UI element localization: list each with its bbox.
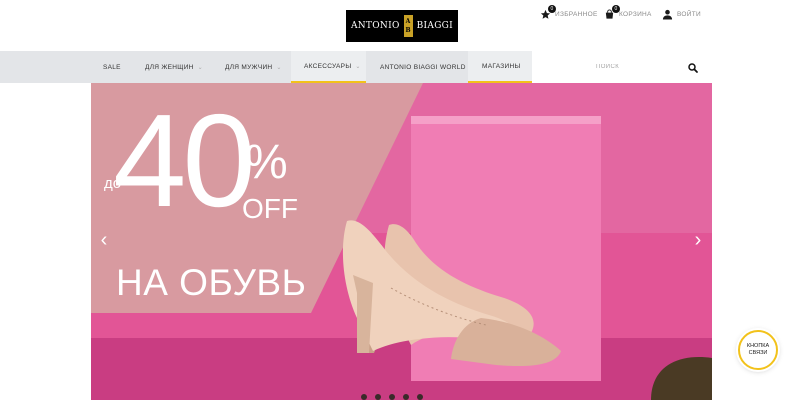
chevron-down-icon: ⌄: [276, 64, 282, 71]
login-label: ВОЙТИ: [677, 11, 701, 18]
slide-dot[interactable]: [361, 394, 367, 400]
logo-word-right: BIAGGI: [416, 21, 454, 31]
promo-headline: НА ОБУВЬ: [116, 262, 307, 303]
nav-item-sale[interactable]: SALE: [103, 51, 121, 83]
favorites-label: ИЗБРАННОЕ: [555, 11, 598, 18]
promo-banner[interactable]: до 40 % OFF НА ОБУВЬ ‹ ›: [91, 83, 712, 400]
nav-item-women[interactable]: ДЛЯ ЖЕНЩИН ⌄: [145, 51, 203, 83]
slide-dot[interactable]: [389, 394, 395, 400]
contact-button[interactable]: КНОПКА СВЯЗИ: [738, 330, 778, 370]
brand-logo[interactable]: ANTONIO A B BIAGGI: [346, 10, 458, 42]
chevron-down-icon: ⌄: [355, 63, 361, 70]
top-header: ANTONIO A B BIAGGI 0 ИЗБРАННОЕ 0 КОРЗИНА…: [0, 0, 800, 51]
slide-dot[interactable]: [375, 394, 381, 400]
cart-link[interactable]: 0 КОРЗИНА: [604, 5, 652, 20]
nav-item-label: АКСЕССУАРЫ: [304, 62, 352, 70]
prev-slide-arrow[interactable]: ‹: [97, 230, 111, 250]
nav-item-world[interactable]: ANTONIO BIAGGI WORLD: [380, 51, 466, 83]
promo-number: 40: [113, 87, 256, 234]
search-bar: [532, 51, 800, 83]
nav-item-label: SALE: [103, 63, 121, 71]
nav-item-label: МАГАЗИНЫ: [482, 62, 521, 70]
main-nav: SALE ДЛЯ ЖЕНЩИН ⌄ ДЛЯ МУЖЧИН ⌄ АКСЕССУАР…: [0, 51, 532, 83]
nav-item-men[interactable]: ДЛЯ МУЖЧИН ⌄: [225, 51, 282, 83]
search-icon[interactable]: [687, 61, 699, 73]
nav-item-label: ДЛЯ ЖЕНЩИН: [145, 63, 194, 71]
login-link[interactable]: ВОЙТИ: [662, 9, 701, 20]
star-icon: 0: [540, 5, 556, 20]
slide-dot[interactable]: [417, 394, 423, 400]
contact-line-1: КНОПКА: [746, 343, 770, 349]
nav-item-stores[interactable]: МАГАЗИНЫ: [468, 51, 532, 83]
promo-off: OFF: [242, 193, 298, 224]
logo-monogram: A B: [403, 15, 413, 37]
nav-item-label: ANTONIO BIAGGI WORLD: [380, 63, 466, 71]
cart-count-badge: 0: [612, 5, 620, 13]
user-icon: [662, 9, 673, 20]
slide-dot[interactable]: [403, 394, 409, 400]
cart-label: КОРЗИНА: [619, 11, 652, 18]
cart-icon: 0: [604, 5, 620, 20]
chevron-down-icon: ⌄: [197, 64, 203, 71]
slide-dots: [361, 394, 423, 400]
promo-percent: %: [245, 136, 288, 189]
contact-line-2: СВЯЗИ: [748, 350, 768, 356]
logo-word-left: ANTONIO: [350, 21, 400, 31]
favorites-count-badge: 0: [548, 5, 556, 13]
nav-item-label: ДЛЯ МУЖЧИН: [225, 63, 273, 71]
next-slide-arrow[interactable]: ›: [691, 230, 705, 250]
nav-item-accessories[interactable]: АКСЕССУАРЫ ⌄: [291, 51, 366, 83]
favorites-link[interactable]: 0 ИЗБРАННОЕ: [540, 5, 598, 20]
